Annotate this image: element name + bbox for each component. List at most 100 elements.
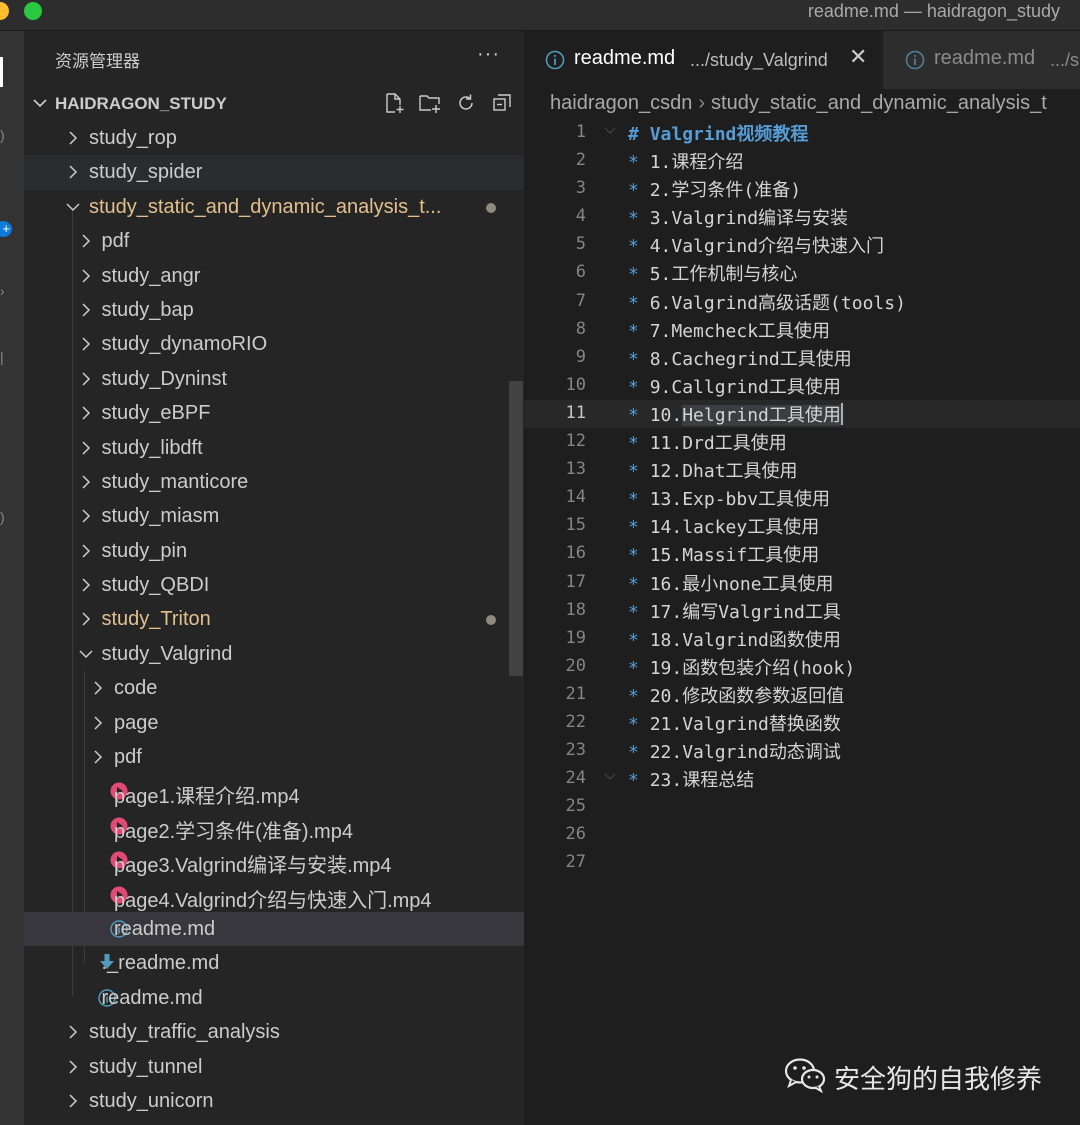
list-marker: * bbox=[628, 742, 639, 764]
list-marker: * bbox=[628, 433, 639, 455]
editor-area: readme.md .../study_Valgrind ✕ readme.md… bbox=[524, 31, 1080, 1125]
tree-file-row[interactable]: readme.md bbox=[24, 911, 524, 947]
line-number: 12 bbox=[565, 431, 586, 452]
code-line[interactable]: 23 * 22.Valgrind动态调试 bbox=[524, 737, 1080, 765]
tree-folder-row[interactable]: study_unicorn bbox=[24, 1084, 524, 1118]
remote-icon[interactable]: ) bbox=[0, 509, 5, 525]
code-text: * 20.修改函数参数返回值 bbox=[628, 682, 844, 708]
close-icon[interactable]: ✕ bbox=[849, 44, 867, 70]
line-number: 16 bbox=[565, 543, 586, 564]
breadcrumb-item[interactable]: study_static_and_dynamic_analysis_t bbox=[711, 92, 1047, 114]
tree-folder-row[interactable]: study_Valgrind bbox=[24, 637, 524, 671]
list-marker: * bbox=[628, 236, 639, 258]
code-text-content: 14.lackey工具使用 bbox=[649, 517, 820, 539]
refresh-icon[interactable] bbox=[454, 91, 478, 115]
minimize-button[interactable] bbox=[0, 2, 9, 20]
chevron-right-icon bbox=[77, 301, 95, 324]
sidebar-scrollbar[interactable] bbox=[509, 381, 523, 676]
source-control-badge-icon[interactable]: + bbox=[0, 221, 12, 237]
code-text-content: 9.Callgrind工具使用 bbox=[649, 376, 841, 398]
code-line[interactable]: 9 * 8.Cachegrind工具使用 bbox=[524, 344, 1080, 372]
tree-file-row[interactable]: page2.学习条件(准备).mp4 bbox=[24, 809, 524, 843]
tree-folder-row[interactable]: code bbox=[24, 671, 524, 705]
tree-folder-row[interactable]: study_tunnel bbox=[24, 1050, 524, 1084]
breadcrumb-item[interactable]: haidragon_csdn bbox=[550, 92, 692, 114]
code-line[interactable]: 15 * 14.lackey工具使用 bbox=[524, 512, 1080, 540]
tree-folder-row[interactable]: study_miasm bbox=[24, 499, 524, 533]
line-number: 24 bbox=[565, 768, 586, 789]
code-line[interactable]: 11 * 10.Helgrind工具使用 bbox=[524, 399, 1080, 429]
code-line[interactable]: 24 * 23.课程总结 bbox=[524, 765, 1080, 793]
tree-file-row[interactable]: ._readme.md bbox=[24, 946, 524, 980]
tree-folder-row[interactable]: study_traffic_analysis bbox=[24, 1015, 524, 1049]
tree-folder-row[interactable]: study_rop bbox=[24, 121, 524, 155]
tree-folder-row[interactable]: study_dynamoRIO bbox=[24, 327, 524, 361]
new-folder-icon[interactable] bbox=[418, 91, 442, 115]
code-line[interactable]: 8 * 7.Memcheck工具使用 bbox=[524, 316, 1080, 344]
tree-folder-row[interactable]: study_bap bbox=[24, 293, 524, 327]
code-line[interactable]: 20 * 19.函数包装介绍(hook) bbox=[524, 653, 1080, 681]
code-line[interactable]: 19 * 18.Valgrind函数使用 bbox=[524, 625, 1080, 653]
code-line[interactable]: 6 * 5.工作机制与核心 bbox=[524, 259, 1080, 287]
tree-folder-row[interactable]: study_QBDI bbox=[24, 568, 524, 602]
code-line[interactable]: 12 * 11.Drd工具使用 bbox=[524, 428, 1080, 456]
fold-chevron-icon[interactable] bbox=[602, 123, 618, 144]
code-line[interactable]: 27 bbox=[524, 849, 1080, 877]
extensions-icon[interactable]: | bbox=[0, 349, 4, 365]
code-line[interactable]: 16 * 15.Massif工具使用 bbox=[524, 540, 1080, 568]
code-text-content: 11.Drd工具使用 bbox=[649, 433, 787, 455]
code-line[interactable]: 2 * 1.课程介绍 bbox=[524, 147, 1080, 175]
tree-folder-row[interactable]: page bbox=[24, 706, 524, 740]
code-line[interactable]: 1 # Valgrind视频教程 bbox=[524, 119, 1080, 147]
chevron-right-icon bbox=[89, 679, 107, 702]
tree-folder-row[interactable]: study_libdft bbox=[24, 431, 524, 465]
tab-readme-inactive[interactable]: readme.md .../s bbox=[884, 31, 1080, 89]
tree-file-row[interactable]: readme.md bbox=[24, 981, 524, 1015]
tree-folder-row[interactable]: study_manticore bbox=[24, 465, 524, 499]
tree-folder-row[interactable]: study_Triton bbox=[24, 602, 524, 636]
code-text-content: 13.Exp-bbv工具使用 bbox=[649, 489, 831, 511]
code-line[interactable]: 10 * 9.Callgrind工具使用 bbox=[524, 372, 1080, 400]
code-line[interactable]: 25 bbox=[524, 793, 1080, 821]
list-marker: * bbox=[628, 348, 639, 370]
list-marker: * bbox=[628, 376, 639, 398]
code-line[interactable]: 4 * 3.Valgrind编译与安装 bbox=[524, 203, 1080, 231]
tree-folder-row[interactable]: pdf bbox=[24, 224, 524, 258]
tree-folder-row[interactable]: pdf bbox=[24, 740, 524, 774]
code-line[interactable]: 5 * 4.Valgrind介绍与快速入门 bbox=[524, 231, 1080, 259]
more-actions-icon[interactable]: ··· bbox=[477, 43, 500, 66]
code-editor[interactable]: 1 # Valgrind视频教程 2 * 1.课程介绍 3 * 2.学习条件(准备) 4 * … bbox=[524, 119, 1080, 878]
tree-folder-row[interactable]: study_angr bbox=[24, 259, 524, 293]
tree-item-label: study_tunnel bbox=[89, 1055, 203, 1078]
workspace-root[interactable]: HAIDRAGON_STUDY bbox=[24, 87, 524, 121]
tree-file-row[interactable]: page1.课程介绍.mp4 bbox=[24, 774, 524, 808]
tree-folder-row[interactable]: study_eBPF bbox=[24, 396, 524, 430]
code-line[interactable]: 21 * 20.修改函数参数返回值 bbox=[524, 681, 1080, 709]
code-line[interactable]: 22 * 21.Valgrind替换函数 bbox=[524, 709, 1080, 737]
code-line[interactable]: 26 bbox=[524, 821, 1080, 849]
run-debug-icon[interactable]: › bbox=[0, 283, 5, 299]
code-line[interactable]: 7 * 6.Valgrind高级话题(tools) bbox=[524, 288, 1080, 316]
code-line[interactable]: 13 * 12.Dhat工具使用 bbox=[524, 456, 1080, 484]
code-line[interactable]: 3 * 2.学习条件(准备) bbox=[524, 175, 1080, 203]
tree-folder-row[interactable]: study_Dyninst bbox=[24, 362, 524, 396]
code-line[interactable]: 14 * 13.Exp-bbv工具使用 bbox=[524, 484, 1080, 512]
tree-file-row[interactable]: page4.Valgrind介绍与快速入门.mp4 bbox=[24, 878, 524, 912]
maximize-button[interactable] bbox=[24, 2, 42, 20]
code-line[interactable]: 17 * 16.最小none工具使用 bbox=[524, 569, 1080, 597]
chevron-right-icon bbox=[77, 473, 95, 496]
code-line[interactable]: 18 * 17.编写Valgrind工具 bbox=[524, 597, 1080, 625]
tree-folder-row[interactable]: study_static_and_dynamic_analysis_t... bbox=[24, 190, 524, 224]
collapse-all-icon[interactable] bbox=[490, 91, 514, 115]
fold-chevron-icon[interactable] bbox=[602, 769, 618, 790]
tree-file-row[interactable]: page3.Valgrind编译与安装.mp4 bbox=[24, 843, 524, 877]
new-file-icon[interactable] bbox=[382, 91, 406, 115]
file-tree: study_rop study_spider study_static_and_dy… bbox=[24, 121, 524, 1118]
tree-folder-row[interactable]: study_spider bbox=[24, 155, 524, 190]
tab-readme-active[interactable]: readme.md .../study_Valgrind ✕ bbox=[524, 31, 882, 89]
line-number: 19 bbox=[565, 627, 586, 648]
chevron-down-icon bbox=[30, 93, 50, 118]
search-icon[interactable]: ) bbox=[0, 127, 5, 143]
tree-folder-row[interactable]: study_pin bbox=[24, 534, 524, 568]
explorer-actions bbox=[382, 91, 514, 117]
